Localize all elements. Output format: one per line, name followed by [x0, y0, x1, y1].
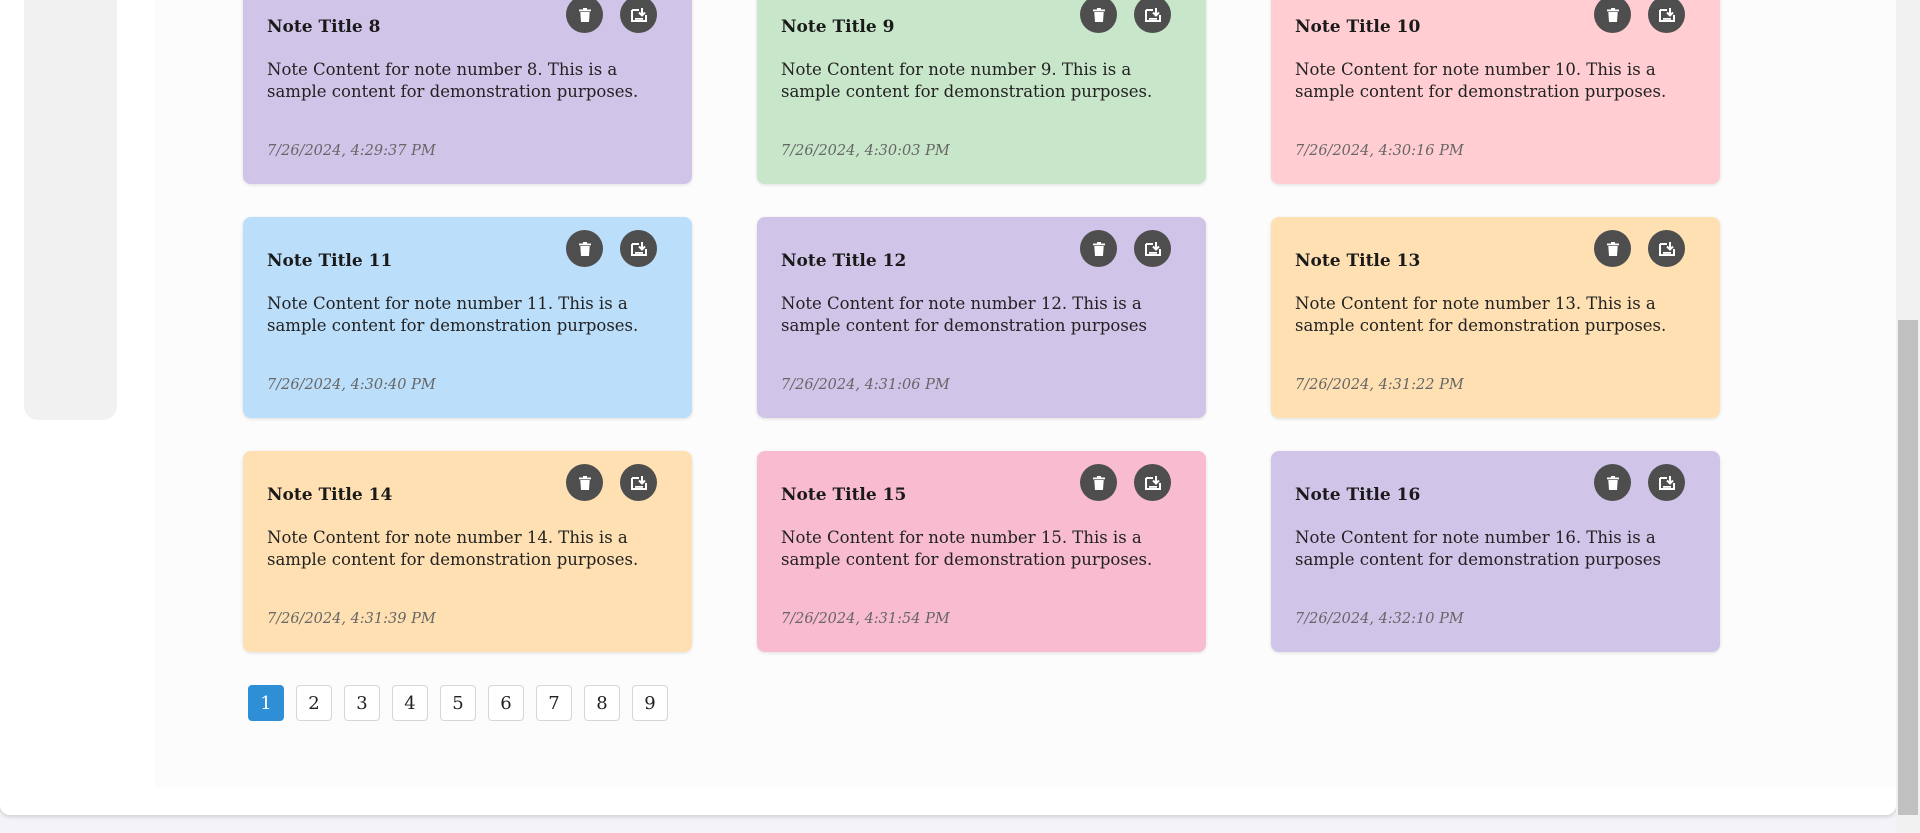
note-date: 7/26/2024, 4:29:37 PM [267, 143, 436, 159]
note-card[interactable]: Note Title 9 Note Content for note numbe… [757, 0, 1206, 184]
export-icon [1144, 241, 1161, 256]
note-date: 7/26/2024, 4:31:39 PM [267, 611, 436, 627]
export-button[interactable] [1134, 0, 1171, 33]
trash-icon [1606, 7, 1619, 22]
note-content: Note Content for note number 14. This is… [267, 528, 639, 569]
pagination: 1 2 3 4 5 6 7 8 9 [248, 685, 668, 721]
export-button[interactable] [1648, 230, 1685, 267]
export-button[interactable] [1648, 464, 1685, 501]
note-content: Note Content for note number 11. This is… [267, 294, 639, 335]
export-button[interactable] [620, 230, 657, 267]
trash-icon [1092, 475, 1105, 490]
note-card[interactable]: Note Title 16 Note Content for note numb… [1271, 451, 1720, 652]
trash-icon [1606, 241, 1619, 256]
note-title: Note Title 14 [267, 485, 393, 505]
note-card[interactable]: Note Title 12 Note Content for note numb… [757, 217, 1206, 418]
page-button-4[interactable]: 4 [392, 685, 428, 721]
note-card[interactable]: Note Title 13 Note Content for note numb… [1271, 217, 1720, 418]
page-button-8[interactable]: 8 [584, 685, 620, 721]
note-card[interactable]: Note Title 14 Note Content for note numb… [243, 451, 692, 652]
delete-button[interactable] [566, 464, 603, 501]
export-icon [1658, 475, 1675, 490]
page-button-6[interactable]: 6 [488, 685, 524, 721]
export-icon [1144, 475, 1161, 490]
delete-button[interactable] [1080, 0, 1117, 33]
note-date: 7/26/2024, 4:30:16 PM [1295, 143, 1464, 159]
export-button[interactable] [1648, 0, 1685, 33]
main-content: Note Title 8 Note Content for note numbe… [155, 0, 1896, 788]
trash-icon [1092, 7, 1105, 22]
note-content: Note Content for note number 10. This is… [1295, 60, 1667, 101]
note-title: Note Title 16 [1295, 485, 1421, 505]
export-icon [630, 475, 647, 490]
export-button[interactable] [1134, 464, 1171, 501]
note-date: 7/26/2024, 4:31:06 PM [781, 377, 950, 393]
note-date: 7/26/2024, 4:31:54 PM [781, 611, 950, 627]
note-date: 7/26/2024, 4:30:40 PM [267, 377, 436, 393]
note-content: Note Content for note number 13. This is… [1295, 294, 1667, 335]
export-button[interactable] [620, 0, 657, 33]
note-content: Note Content for note number 8. This is … [267, 60, 639, 101]
delete-button[interactable] [1594, 0, 1631, 33]
note-title: Note Title 8 [267, 17, 381, 37]
note-title: Note Title 12 [781, 251, 907, 271]
note-title: Note Title 9 [781, 17, 895, 37]
delete-button[interactable] [1594, 464, 1631, 501]
trash-icon [1606, 475, 1619, 490]
note-card[interactable]: Note Title 11 Note Content for note numb… [243, 217, 692, 418]
note-card[interactable]: Note Title 15 Note Content for note numb… [757, 451, 1206, 652]
export-icon [630, 241, 647, 256]
note-content: Note Content for note number 16. This is… [1295, 528, 1662, 569]
note-card[interactable]: Note Title 8 Note Content for note numbe… [243, 0, 692, 184]
note-title: Note Title 11 [267, 251, 393, 271]
delete-button[interactable] [1080, 464, 1117, 501]
note-content: Note Content for note number 15. This is… [781, 528, 1153, 569]
export-button[interactable] [620, 464, 657, 501]
page-button-9[interactable]: 9 [632, 685, 668, 721]
page-container: Note Title 8 Note Content for note numbe… [0, 0, 1896, 815]
export-icon [1144, 7, 1161, 22]
page-button-5[interactable]: 5 [440, 685, 476, 721]
note-card[interactable]: Note Title 10 Note Content for note numb… [1271, 0, 1720, 184]
delete-button[interactable] [566, 0, 603, 33]
note-content: Note Content for note number 9. This is … [781, 60, 1153, 101]
sidebar [24, 0, 117, 420]
note-title: Note Title 10 [1295, 17, 1421, 37]
export-icon [630, 7, 647, 22]
scrollbar-thumb[interactable] [1898, 320, 1918, 815]
trash-icon [578, 7, 591, 22]
page-button-7[interactable]: 7 [536, 685, 572, 721]
delete-button[interactable] [566, 230, 603, 267]
note-title: Note Title 13 [1295, 251, 1421, 271]
trash-icon [1092, 241, 1105, 256]
note-date: 7/26/2024, 4:31:22 PM [1295, 377, 1464, 393]
trash-icon [578, 475, 591, 490]
page-button-2[interactable]: 2 [296, 685, 332, 721]
note-title: Note Title 15 [781, 485, 907, 505]
note-date: 7/26/2024, 4:32:10 PM [1295, 611, 1464, 627]
note-date: 7/26/2024, 4:30:03 PM [781, 143, 950, 159]
export-button[interactable] [1134, 230, 1171, 267]
export-icon [1658, 241, 1675, 256]
page-button-3[interactable]: 3 [344, 685, 380, 721]
note-content: Note Content for note number 12. This is… [781, 294, 1148, 335]
trash-icon [578, 241, 591, 256]
export-icon [1658, 7, 1675, 22]
delete-button[interactable] [1594, 230, 1631, 267]
page-button-1[interactable]: 1 [248, 685, 284, 721]
delete-button[interactable] [1080, 230, 1117, 267]
